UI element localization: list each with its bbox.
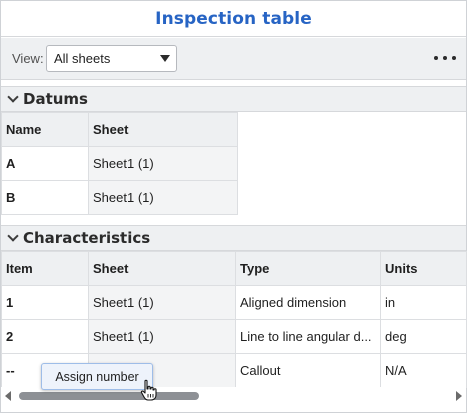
- column-header-type[interactable]: Type: [235, 251, 381, 286]
- column-header-sheet[interactable]: Sheet: [88, 251, 236, 286]
- table-row[interactable]: 2 Sheet1 (1) Line to line angular d... d…: [1, 319, 467, 354]
- table-row[interactable]: A Sheet1 (1): [1, 146, 238, 181]
- sheet-cell[interactable]: Sheet1 (1): [88, 319, 236, 354]
- panel-header: Inspection table: [1, 1, 466, 37]
- inspection-table-panel: Inspection table View: All sheets Datums…: [0, 0, 467, 413]
- view-toolbar: View: All sheets: [1, 38, 466, 80]
- view-label: View:: [12, 51, 44, 66]
- type-cell[interactable]: Line to line angular d...: [235, 319, 381, 354]
- column-header-item[interactable]: Item: [1, 251, 89, 286]
- assign-number-label: Assign number: [55, 369, 139, 384]
- scrollbar-thumb[interactable]: [19, 392, 199, 400]
- units-cell[interactable]: in: [380, 285, 467, 320]
- assign-number-button[interactable]: Assign number: [41, 363, 153, 390]
- chevron-down-icon: [7, 229, 19, 242]
- view-select-value: All sheets: [54, 51, 111, 66]
- sheet-cell[interactable]: Sheet1 (1): [88, 285, 236, 320]
- type-cell[interactable]: Callout: [235, 353, 381, 388]
- view-select[interactable]: All sheets: [46, 45, 177, 72]
- more-options-button[interactable]: [434, 51, 456, 65]
- table-header-row: Name Sheet: [1, 112, 238, 147]
- characteristics-section-toggle[interactable]: Characteristics: [1, 225, 466, 251]
- more-horizontal-icon: [434, 56, 438, 60]
- column-header-name[interactable]: Name: [1, 112, 89, 147]
- column-header-units[interactable]: Units: [380, 251, 467, 286]
- chevron-down-icon: [7, 90, 19, 103]
- characteristics-section-title: Characteristics: [23, 229, 151, 247]
- datum-sheet-cell[interactable]: Sheet1 (1): [88, 180, 238, 215]
- table-header-row: Item Sheet Type Units: [1, 251, 467, 286]
- item-cell[interactable]: 2: [1, 319, 89, 354]
- scroll-right-arrow-icon[interactable]: [456, 391, 462, 401]
- datum-name-cell[interactable]: B: [1, 180, 89, 215]
- panel-title: Inspection table: [155, 8, 312, 29]
- column-header-sheet[interactable]: Sheet: [88, 112, 238, 147]
- datums-table: Name Sheet A Sheet1 (1) B Sheet1 (1): [1, 112, 238, 215]
- datums-section-title: Datums: [23, 90, 88, 108]
- caret-down-icon: [160, 55, 170, 62]
- scroll-left-arrow-icon[interactable]: [5, 391, 11, 401]
- item-cell[interactable]: 1: [1, 285, 89, 320]
- units-cell[interactable]: N/A: [380, 353, 467, 388]
- table-row[interactable]: B Sheet1 (1): [1, 180, 238, 215]
- units-cell[interactable]: deg: [380, 319, 467, 354]
- datums-section-toggle[interactable]: Datums: [1, 86, 466, 112]
- type-cell[interactable]: Aligned dimension: [235, 285, 381, 320]
- table-row[interactable]: 1 Sheet1 (1) Aligned dimension in: [1, 285, 467, 320]
- datum-sheet-cell[interactable]: Sheet1 (1): [88, 146, 238, 181]
- hand-pointer-cursor-icon: [140, 379, 157, 401]
- datum-name-cell[interactable]: A: [1, 146, 89, 181]
